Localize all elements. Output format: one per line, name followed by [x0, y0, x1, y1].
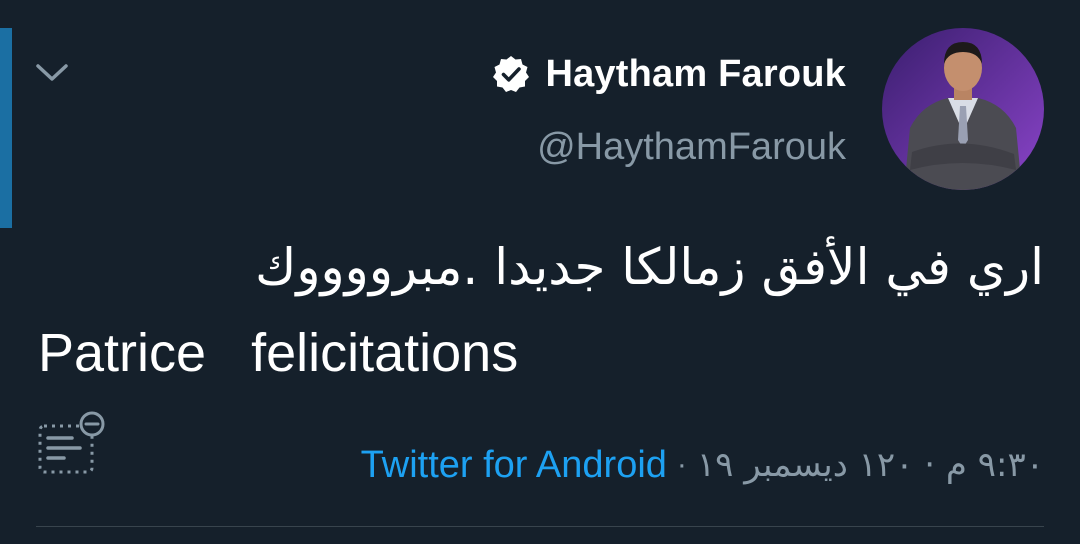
tweet-meta-row: Twitter for Android · ٩:٣٠ م · ١٢٠ ديسمب…: [361, 440, 1044, 490]
tweet-timestamp[interactable]: ٩:٣٠ م · ١٢٠ ديسمبر ١٩: [697, 445, 1044, 485]
avatar[interactable]: [882, 28, 1044, 190]
verified-badge-icon: [493, 56, 530, 92]
author-display-name[interactable]: Haytham Farouk: [545, 53, 846, 96]
tweet-text-arabic: اري في الأفق زمالكا جديدا .مبرووووك: [255, 238, 1044, 296]
author-name-row[interactable]: Haytham Farouk: [491, 50, 846, 98]
divider: [36, 526, 1044, 527]
thread-indicator-bar: [0, 28, 12, 228]
tweet-source-link[interactable]: Twitter for Android: [361, 444, 667, 487]
meta-separator: ·: [676, 448, 687, 481]
chevron-down-icon[interactable]: [32, 56, 72, 88]
tweet-text-english: Patrice felicitations: [38, 323, 519, 383]
author-handle[interactable]: @HaythamFarouk: [537, 126, 846, 169]
translate-icon[interactable]: [34, 408, 110, 480]
